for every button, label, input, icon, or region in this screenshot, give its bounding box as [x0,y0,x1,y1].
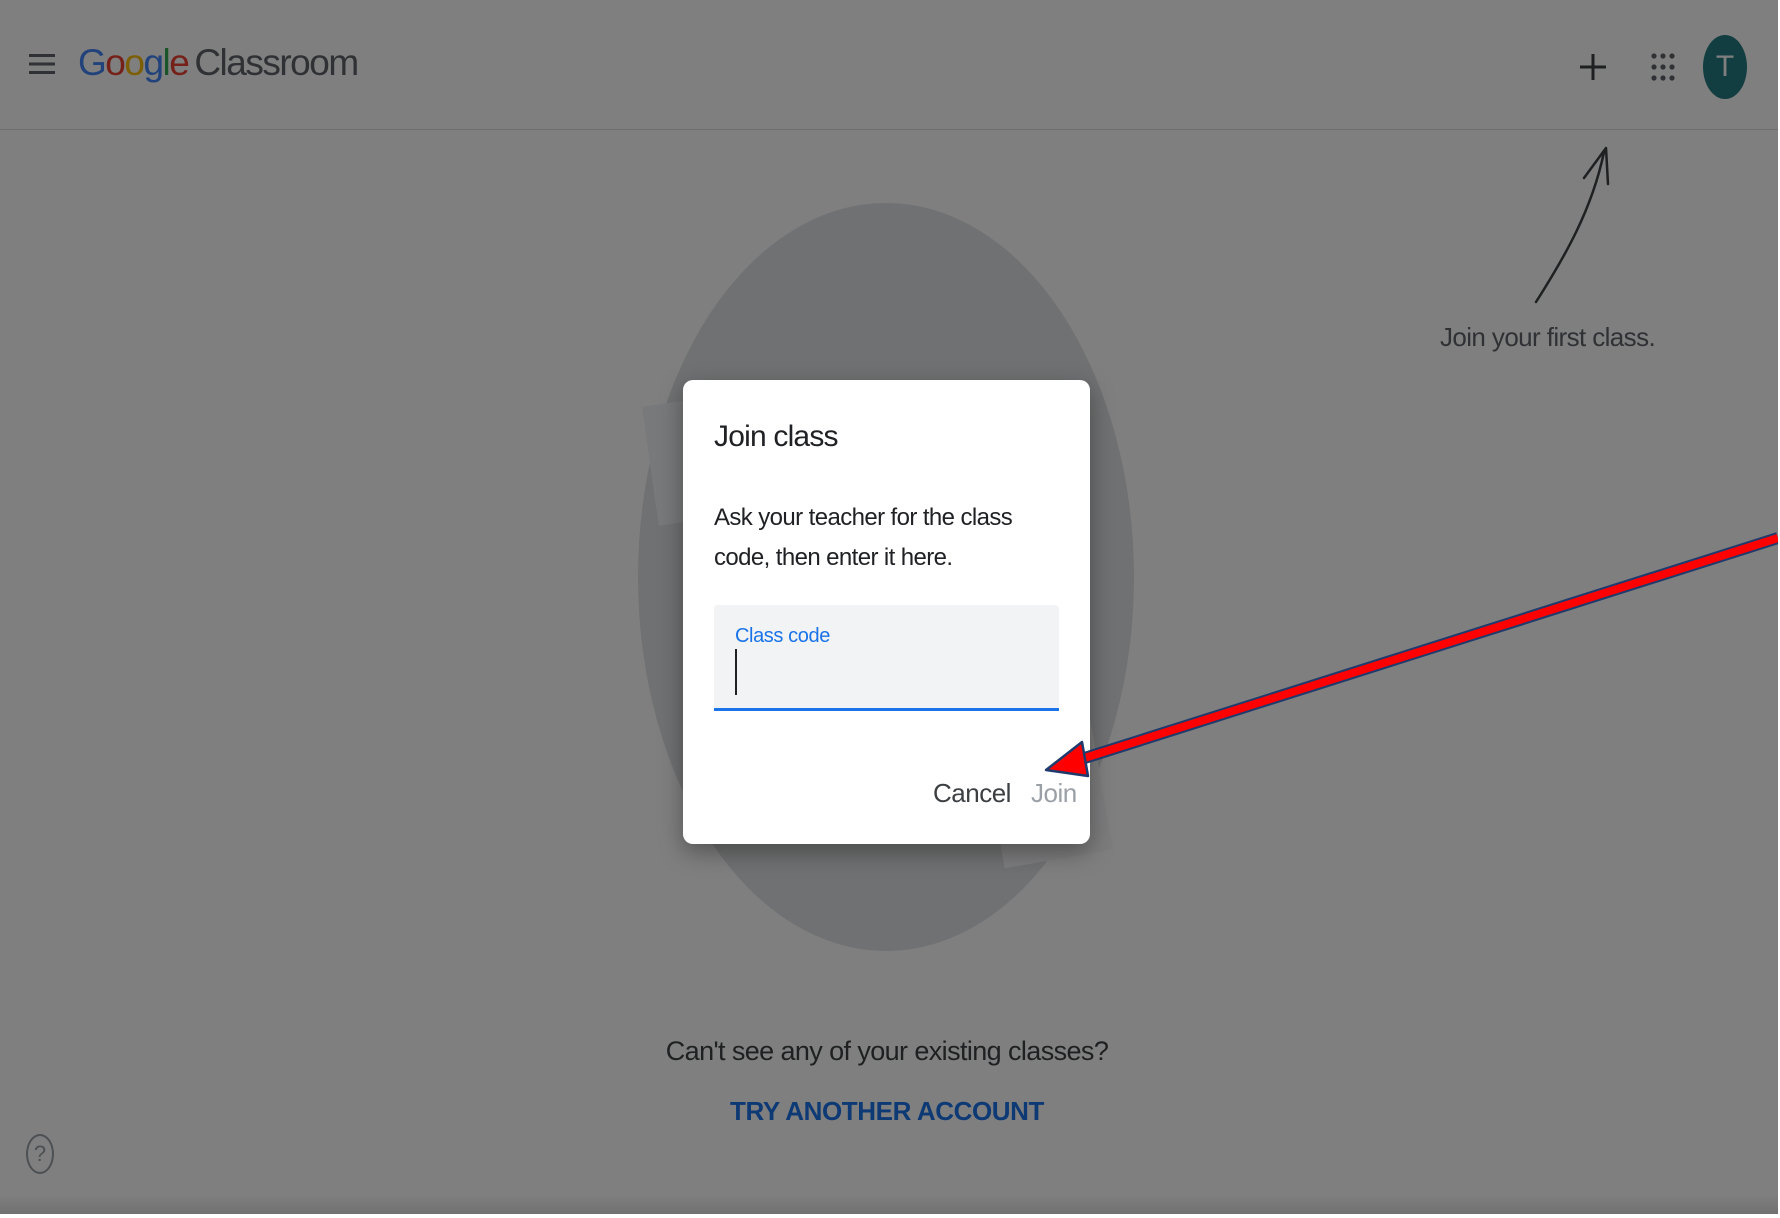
classroom-app: G o o g l e Classroom [0,0,1778,1214]
class-code-label: Class code [735,625,830,647]
join-button[interactable]: Join [1031,778,1077,809]
dialog-title: Join class [714,420,839,453]
cancel-button[interactable]: Cancel [933,778,1011,809]
text-cursor [735,649,737,695]
class-code-field[interactable]: Class code [714,605,1059,711]
screenshot-frame: G o o g l e Classroom [0,0,1780,1218]
bottom-edge-shadow [0,1195,1778,1214]
dialog-instructions: Ask your teacher for the class code, the… [714,504,1013,571]
class-code-input[interactable] [733,649,1043,695]
join-class-dialog: Join class Ask your teacher for the clas… [683,380,1090,844]
